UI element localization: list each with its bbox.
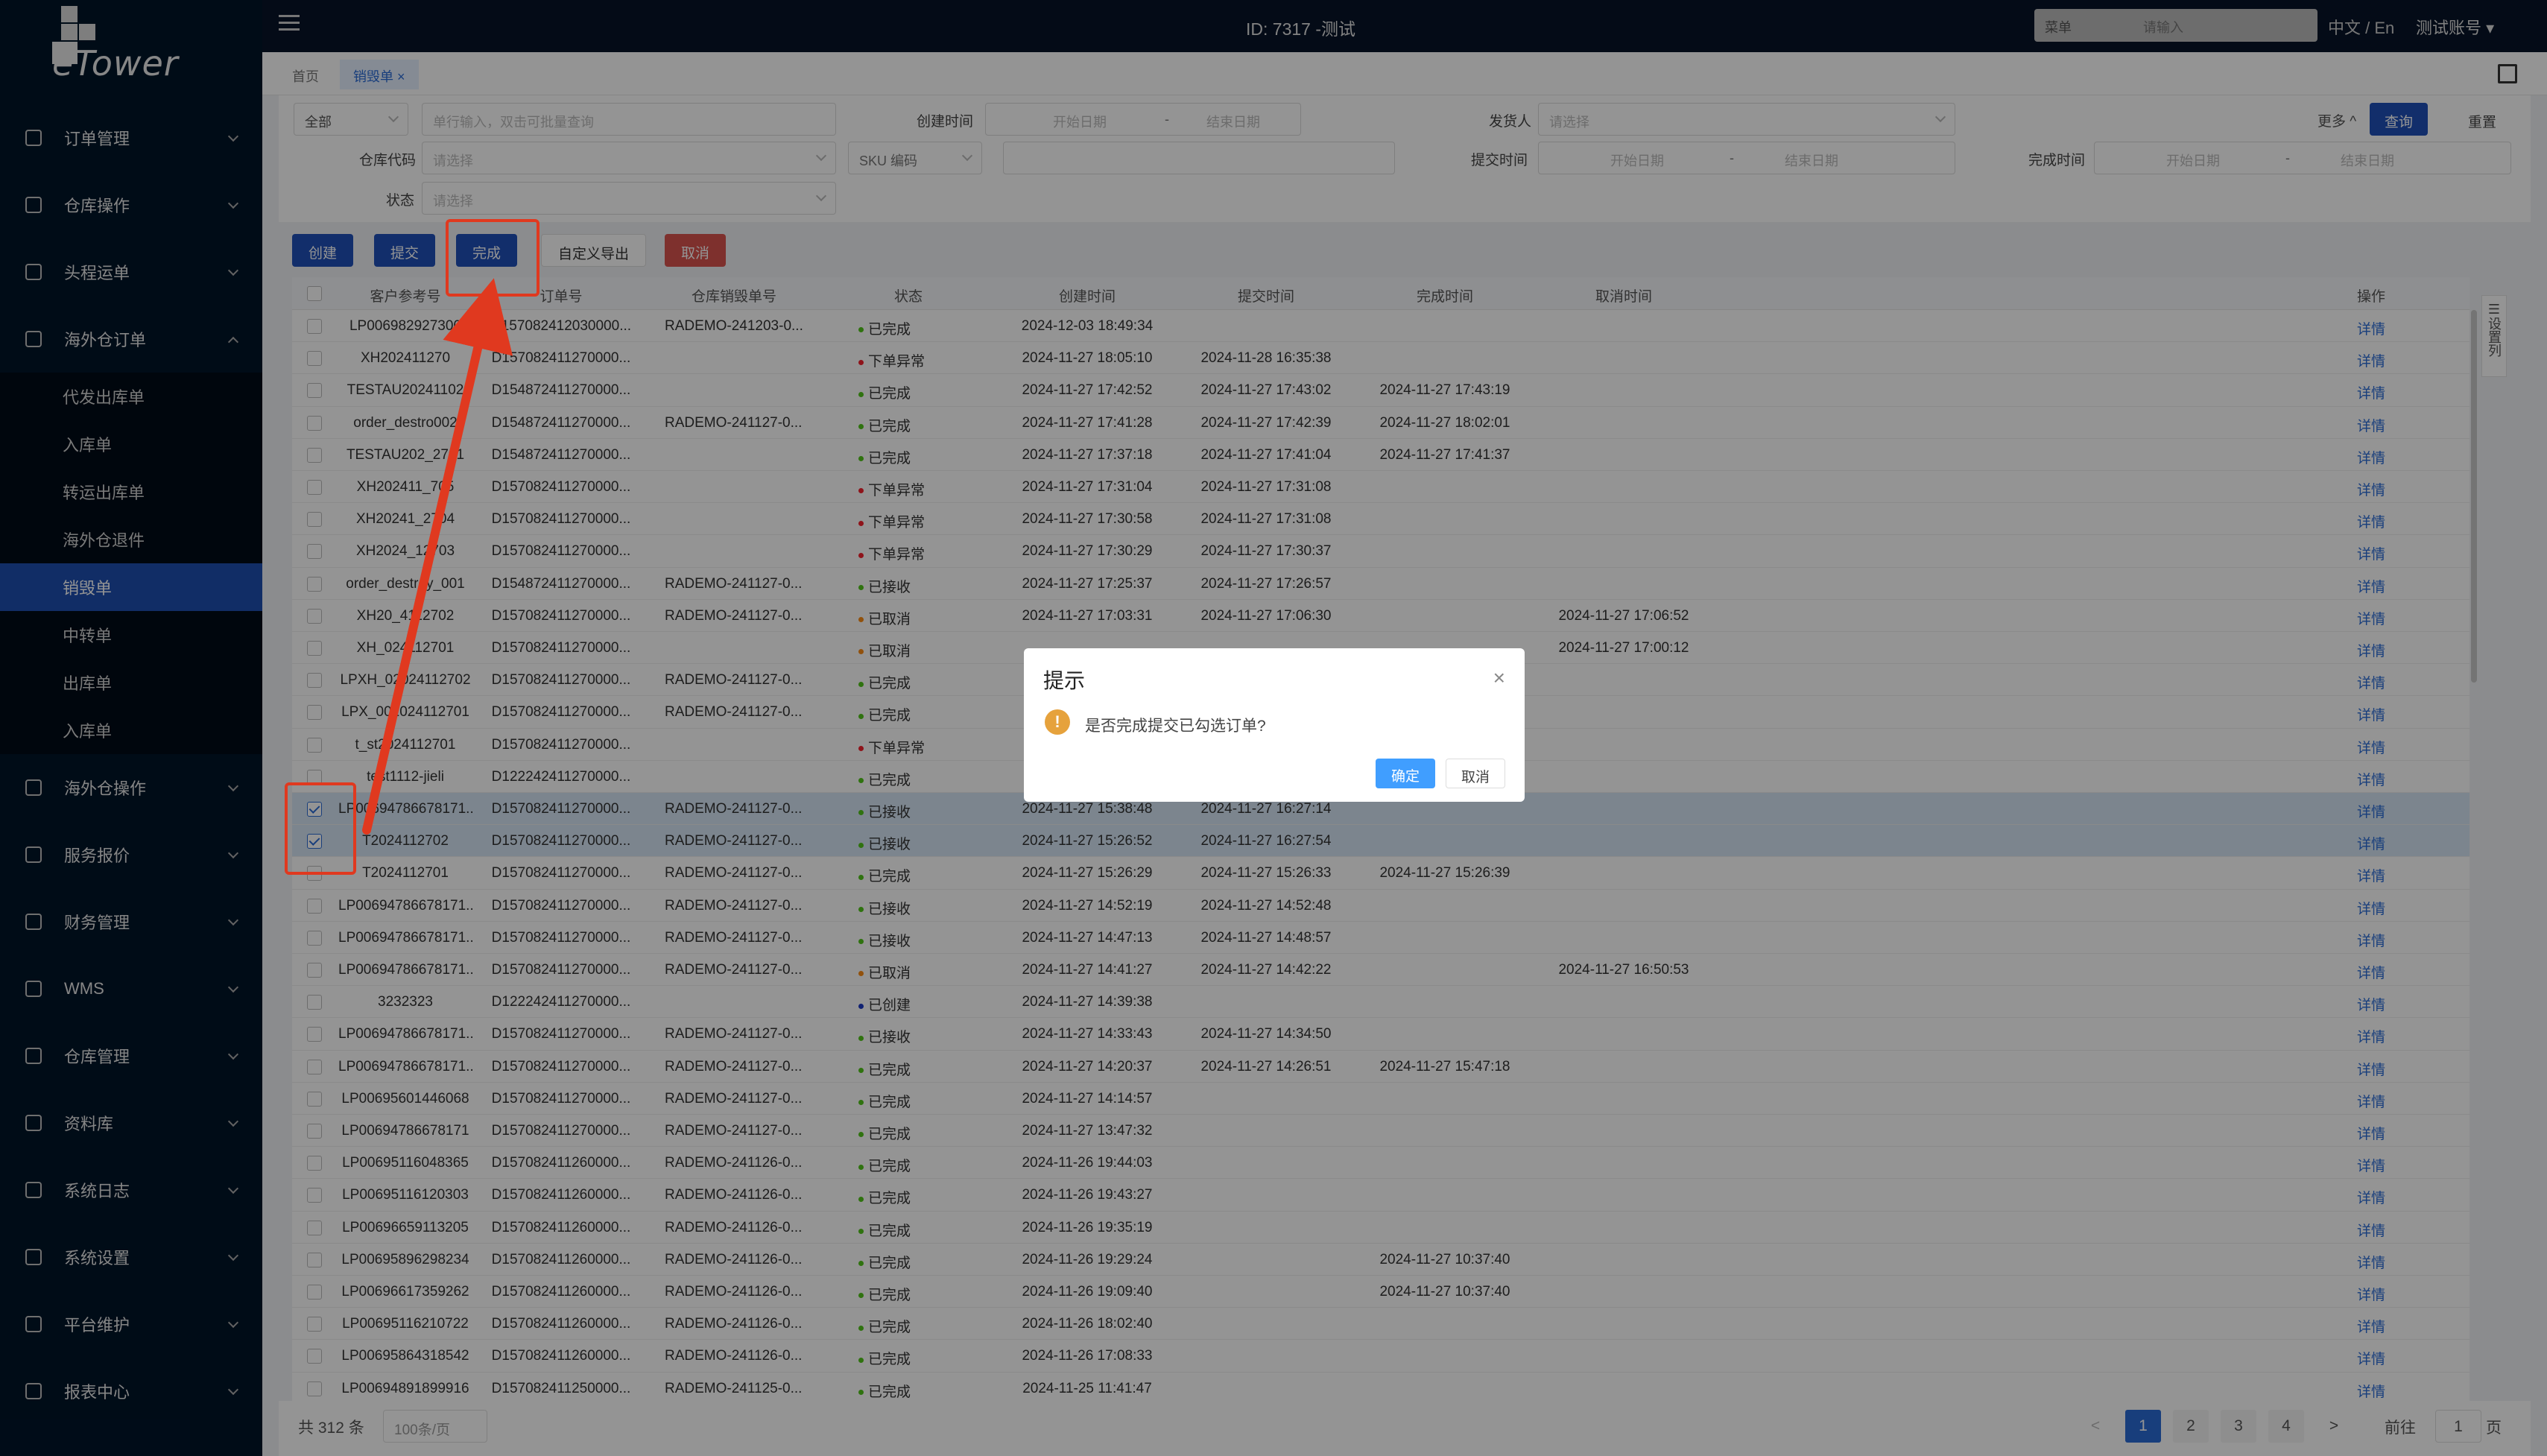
- confirm-button[interactable]: 确定: [1376, 759, 1435, 788]
- confirm-dialog: 提示 × ! 是否完成提交已勾选订单? 确定 取消: [1024, 648, 1525, 802]
- dialog-title: 提示: [1043, 669, 1086, 692]
- warning-icon: !: [1045, 709, 1070, 735]
- highlight-complete-button: [446, 219, 540, 297]
- highlight-selected-rows: [285, 782, 356, 875]
- dialog-cancel-button[interactable]: 取消: [1446, 759, 1505, 788]
- dialog-message: 是否完成提交已勾选订单?: [1085, 718, 1266, 735]
- close-icon[interactable]: ×: [1493, 666, 1505, 690]
